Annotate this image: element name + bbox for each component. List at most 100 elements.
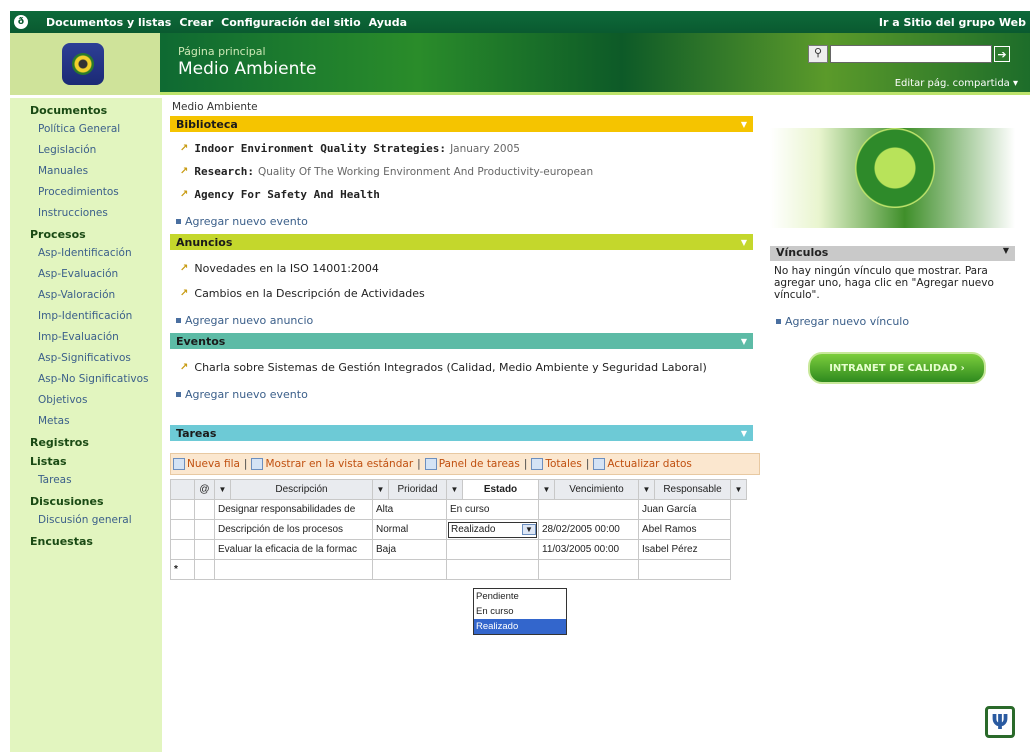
chevron-down-icon[interactable]: ▼ (741, 238, 747, 247)
top-menu-item[interactable]: Ayuda (369, 16, 407, 29)
grid-cell[interactable]: Realizado ▼ (446, 519, 539, 540)
search-icon[interactable]: ⚲ (808, 45, 828, 63)
nav-item[interactable]: Asp-Evaluación (38, 268, 162, 280)
dropdown-option[interactable]: Realizado (474, 619, 566, 634)
item-title[interactable]: Cambios en la Descripción de Actividades (194, 287, 424, 300)
row-selector[interactable] (170, 539, 195, 560)
nav-section-heading[interactable]: Procesos (30, 228, 162, 241)
nav-item[interactable]: Metas (38, 415, 162, 427)
column-dropdown-icon[interactable]: ▼ (538, 479, 555, 500)
edit-shared-page-link[interactable]: Editar pág. compartida ▾ (895, 78, 1018, 89)
chevron-down-icon[interactable]: ▼ (522, 524, 536, 535)
go-icon[interactable]: ➔ (994, 46, 1010, 62)
nav-item[interactable]: Discusión general (38, 514, 162, 526)
list-item[interactable]: ↗ Novedades en la ISO 14001:2004 (180, 262, 760, 275)
column-dropdown-icon[interactable]: ▼ (638, 479, 655, 500)
nav-item[interactable]: Tareas (38, 474, 162, 486)
grid-cell[interactable]: Normal (372, 519, 447, 540)
nav-item[interactable]: Legislación (38, 144, 162, 156)
chevron-down-icon[interactable]: ▼ (1003, 246, 1009, 261)
grid-cell[interactable] (446, 539, 539, 560)
list-item[interactable]: ↗ Charla sobre Sistemas de Gestión Integr… (180, 361, 760, 374)
totals-button[interactable]: Totales (531, 458, 582, 470)
nav-item[interactable]: Instrucciones (38, 207, 162, 219)
nav-section-heading[interactable]: Registros (30, 436, 162, 449)
add-event-link-2[interactable]: Agregar nuevo evento (176, 388, 760, 401)
list-item[interactable]: ↗ Agency For Safety And Health (180, 188, 760, 201)
grid-cell[interactable] (446, 559, 539, 580)
search-input[interactable] (830, 45, 992, 63)
column-header-2[interactable]: Prioridad (388, 479, 447, 500)
item-title[interactable]: Indoor Environment Quality Strategies: (194, 142, 446, 155)
row-selector[interactable] (170, 499, 195, 520)
refresh-data-button[interactable]: Actualizar datos (593, 458, 692, 470)
list-item[interactable]: ↗ Indoor Environment Quality Strategies: J… (180, 142, 760, 155)
estado-select[interactable]: Realizado ▼ (448, 521, 537, 538)
nav-item[interactable]: Imp-Identificación (38, 310, 162, 322)
grid-cell[interactable]: Juan García (638, 499, 731, 520)
nav-item[interactable]: Asp-No Significativos (38, 373, 162, 385)
grid-cell[interactable] (538, 559, 639, 580)
item-title[interactable]: Research: (194, 165, 254, 178)
standard-view-button[interactable]: Mostrar en la vista estándar (251, 458, 413, 470)
chevron-down-icon[interactable]: ▼ (741, 120, 747, 129)
list-item[interactable]: ↗ Cambios en la Descripción de Actividade… (180, 287, 760, 300)
column-dropdown-icon[interactable]: ▼ (372, 479, 389, 500)
top-menu-item[interactable]: Crear (179, 16, 213, 29)
top-menu-item[interactable]: Documentos y listas (46, 16, 171, 29)
chevron-down-icon[interactable]: ▼ (741, 429, 747, 438)
column-header-4[interactable]: Vencimiento (554, 479, 639, 500)
nav-item[interactable]: Asp-Identificación (38, 247, 162, 259)
nav-item[interactable]: Procedimientos (38, 186, 162, 198)
nav-section-heading[interactable]: Discusiones (30, 495, 162, 508)
grid-cell[interactable] (214, 559, 373, 580)
intranet-calidad-button[interactable]: INTRANET DE CALIDAD › (808, 352, 986, 384)
top-menu-item[interactable]: Configuración del sitio (221, 16, 361, 29)
grid-cell[interactable] (638, 559, 731, 580)
row-selector[interactable] (170, 519, 195, 540)
item-title[interactable]: Charla sobre Sistemas de Gestión Integra… (194, 361, 706, 374)
item-title[interactable]: Agency For Safety And Health (194, 188, 379, 201)
grid-cell[interactable]: Evaluar la eficacia de la formac (214, 539, 373, 560)
grid-cell[interactable]: Alta (372, 499, 447, 520)
grid-cell[interactable] (538, 499, 639, 520)
item-title[interactable]: Novedades en la ISO 14001:2004 (194, 262, 379, 275)
new-row-marker[interactable]: * (170, 559, 195, 580)
nav-item[interactable]: Política General (38, 123, 162, 135)
column-dropdown-icon[interactable]: ▼ (446, 479, 463, 500)
nav-section-heading[interactable]: Listas (30, 455, 162, 468)
grid-cell[interactable]: Designar responsabilidades de (214, 499, 373, 520)
nav-section-heading[interactable]: Documentos (30, 104, 162, 117)
grid-cell[interactable] (372, 559, 447, 580)
grid-cell[interactable]: Baja (372, 539, 447, 560)
attachment-column-header[interactable]: @ (194, 479, 215, 500)
column-header-5[interactable]: Responsable (654, 479, 731, 500)
nav-item[interactable]: Manuales (38, 165, 162, 177)
column-header-3[interactable]: Estado (462, 479, 539, 500)
task-pane-button[interactable]: Panel de tareas (424, 458, 520, 470)
dropdown-option[interactable]: Pendiente (474, 589, 566, 604)
grid-cell[interactable]: 11/03/2005 00:00 (538, 539, 639, 560)
nav-item[interactable]: Imp-Evaluación (38, 331, 162, 343)
nav-item[interactable]: Asp-Valoración (38, 289, 162, 301)
add-link-link[interactable]: Agregar nuevo vínculo (776, 315, 1015, 328)
grid-cell[interactable]: Isabel Pérez (638, 539, 731, 560)
grid-cell[interactable]: Descripción de los procesos (214, 519, 373, 540)
column-dropdown-icon[interactable]: ▼ (214, 479, 231, 500)
column-header-1[interactable]: Descripción (230, 479, 373, 500)
nav-section-heading[interactable]: Encuestas (30, 535, 162, 548)
grid-cell[interactable]: En curso (446, 499, 539, 520)
grid-cell[interactable]: 28/02/2005 00:00 (538, 519, 639, 540)
nav-item[interactable]: Asp-Significativos (38, 352, 162, 364)
chevron-down-icon[interactable]: ▼ (741, 337, 747, 346)
breadcrumb[interactable]: Medio Ambiente (172, 101, 760, 113)
go-to-group-site-link[interactable]: Ir a Sitio del grupo Web (879, 16, 1026, 29)
add-announcement-link[interactable]: Agregar nuevo anuncio (176, 314, 760, 327)
dropdown-option[interactable]: En curso (474, 604, 566, 619)
psi-icon[interactable]: Ψ (985, 706, 1015, 738)
nav-item[interactable]: Objetivos (38, 394, 162, 406)
new-row-button[interactable]: Nueva fila (173, 458, 240, 470)
grid-cell[interactable]: Abel Ramos (638, 519, 731, 540)
add-event-link[interactable]: Agregar nuevo evento (176, 215, 760, 228)
list-item[interactable]: ↗ Research: Quality Of The Working Environ… (180, 165, 760, 178)
